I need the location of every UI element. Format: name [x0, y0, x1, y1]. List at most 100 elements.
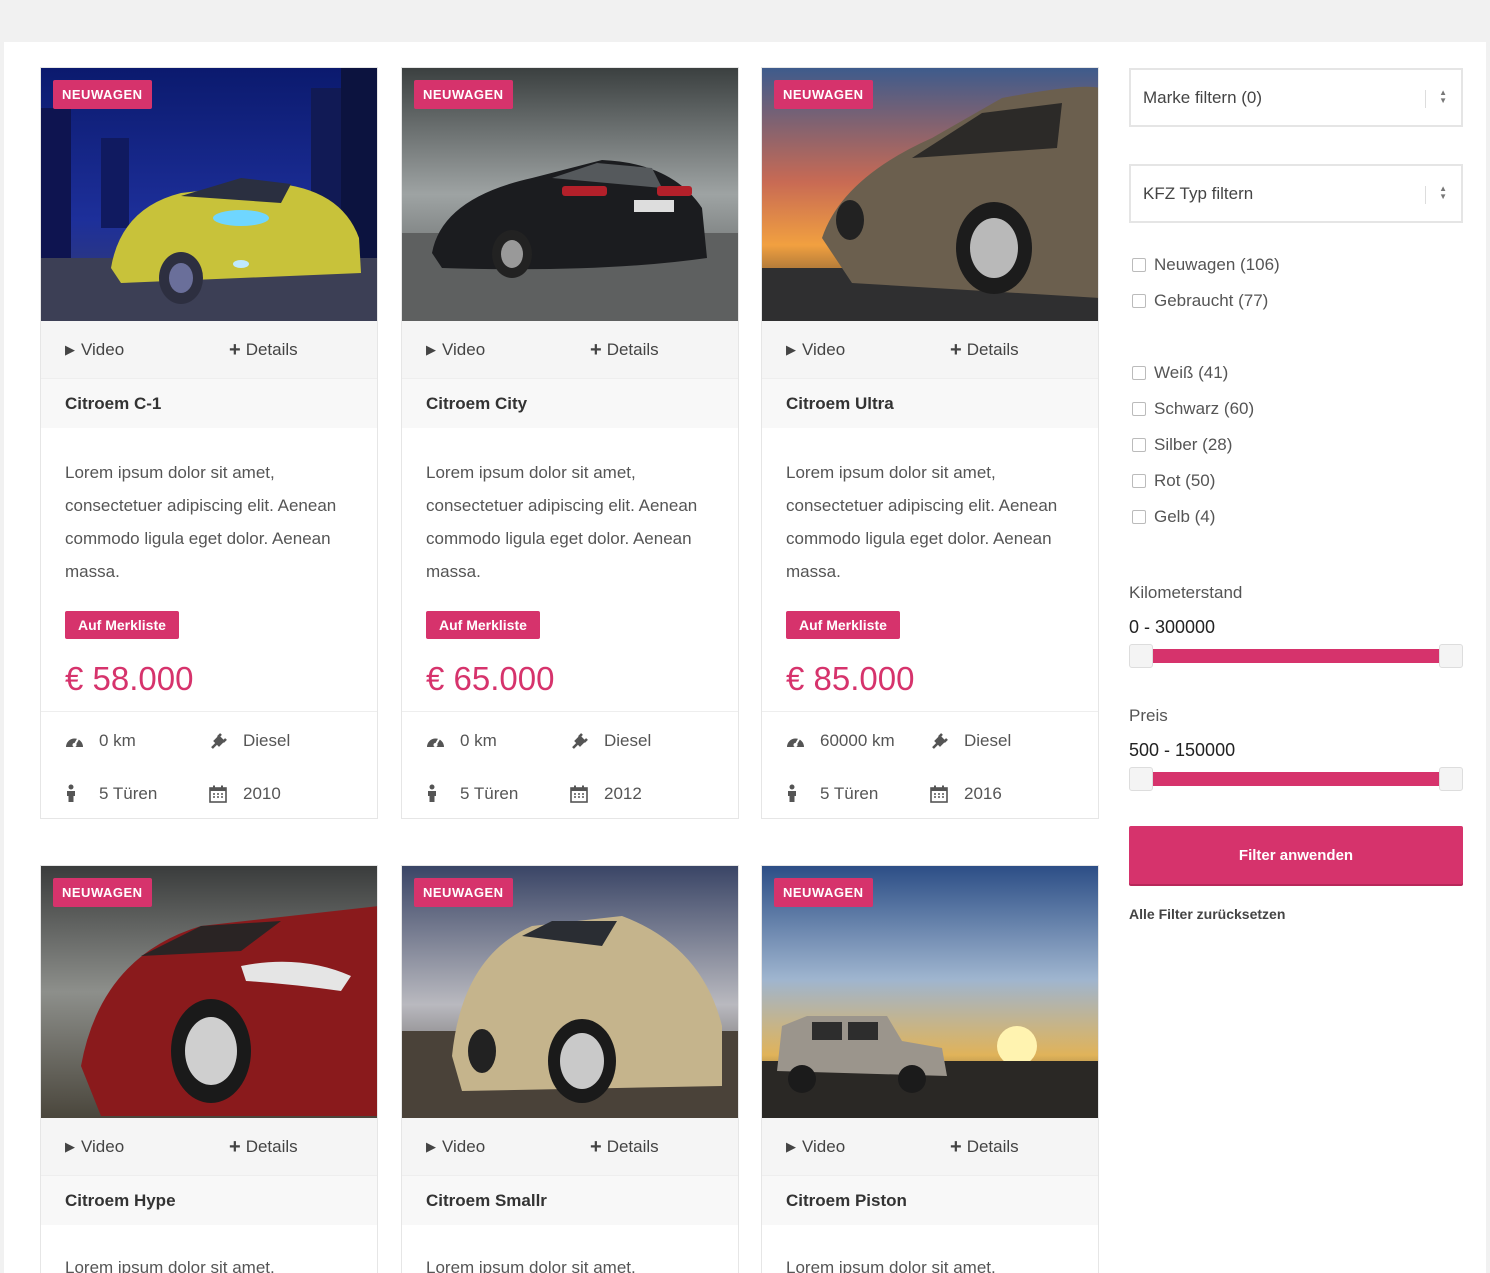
video-label: Video — [81, 339, 125, 359]
details-link[interactable]: + Details — [950, 1137, 1019, 1157]
slider-handle-max[interactable] — [1439, 644, 1463, 668]
calendar-icon — [570, 785, 604, 803]
play-icon: ▶ — [65, 341, 75, 357]
person-icon — [786, 784, 820, 803]
car-description: Lorem ipsum dolor sit amet, — [786, 1258, 996, 1273]
apply-filter-button[interactable]: Filter anwenden — [1129, 826, 1463, 884]
brand-filter-select[interactable]: Marke filtern (0) ▲ ▼ — [1129, 68, 1463, 127]
plus-icon: + — [950, 338, 962, 361]
car-price: € 58.000 — [65, 660, 194, 697]
new-badge: NEUWAGEN — [53, 878, 152, 907]
video-label: Video — [81, 1136, 125, 1156]
car-card: NEUWAGEN ▶ Video + Details Citroem Ultra L… — [761, 67, 1099, 819]
color-filter: Weiß (41) Schwarz (60) Silber (28) Rot (… — [1129, 355, 1463, 535]
doors-value: 5 Türen — [99, 783, 158, 803]
details-link[interactable]: + Details — [590, 340, 659, 360]
mileage-slider[interactable] — [1129, 644, 1463, 668]
play-icon: ▶ — [786, 1138, 796, 1154]
car-card: NEUWAGEN ▶ Video + Details Citroem Smallr … — [401, 865, 739, 1273]
car-title[interactable]: Citroem Smallr — [402, 1175, 738, 1225]
slider-track — [1141, 772, 1451, 786]
video-link[interactable]: ▶ Video — [65, 1137, 229, 1157]
car-image[interactable]: NEUWAGEN — [762, 68, 1098, 321]
video-label: Video — [802, 339, 846, 359]
page-frame: NEUWAGEN ▶ Video + Details Citroem C-1 Lor… — [4, 42, 1486, 1273]
details-label: Details — [966, 339, 1019, 359]
car-title[interactable]: Citroem City — [402, 378, 738, 428]
details-link[interactable]: + Details — [229, 1137, 298, 1157]
checkbox-gelb[interactable]: Gelb (4) — [1129, 499, 1463, 535]
filter-sidebar: Marke filtern (0) ▲ ▼ KFZ Typ filtern ▲ ▼ … — [1129, 68, 1463, 922]
checkbox-rot[interactable]: Rot (50) — [1129, 463, 1463, 499]
wishlist-button[interactable]: Auf Merkliste — [786, 611, 900, 639]
checkbox-neuwagen[interactable]: Neuwagen (106) — [1129, 247, 1463, 283]
reset-filters-link[interactable]: Alle Filter zurücksetzen — [1129, 906, 1463, 922]
slider-track — [1141, 649, 1451, 663]
person-icon — [426, 784, 460, 803]
plus-icon: + — [229, 1135, 241, 1158]
wishlist-button[interactable]: Auf Merkliste — [65, 611, 179, 639]
play-icon: ▶ — [65, 1138, 75, 1154]
doors-value: 5 Türen — [460, 783, 519, 803]
slider-handle-min[interactable] — [1129, 644, 1153, 668]
slider-handle-max[interactable] — [1439, 767, 1463, 791]
checkbox-silber[interactable]: Silber (28) — [1129, 427, 1463, 463]
fuel-value: Diesel — [964, 731, 1012, 750]
slider-handle-min[interactable] — [1129, 767, 1153, 791]
checkbox-weiss[interactable]: Weiß (41) — [1129, 355, 1463, 391]
car-title[interactable]: Citroem Ultra — [762, 378, 1098, 428]
details-link[interactable]: + Details — [229, 340, 298, 360]
details-link[interactable]: + Details — [590, 1137, 659, 1157]
checkbox[interactable] — [1132, 510, 1146, 524]
plus-icon: + — [950, 1135, 962, 1158]
checkbox[interactable] — [1132, 402, 1146, 416]
car-image[interactable]: NEUWAGEN — [41, 866, 377, 1118]
plus-icon: + — [229, 338, 241, 361]
checkbox[interactable] — [1132, 474, 1146, 488]
video-link[interactable]: ▶ Video — [426, 340, 590, 360]
checkbox-label: Gelb (4) — [1154, 507, 1216, 526]
new-badge: NEUWAGEN — [414, 80, 513, 109]
checkbox[interactable] — [1132, 294, 1146, 308]
car-card: NEUWAGEN ▶ Video + Details Citroem Piston … — [761, 865, 1099, 1273]
checkbox-label: Weiß (41) — [1154, 363, 1229, 382]
car-title[interactable]: Citroem Hype — [41, 1175, 377, 1225]
mileage-value: 60000 km — [820, 731, 895, 750]
select-arrows-icon: ▲ ▼ — [1439, 184, 1447, 201]
plug-icon — [930, 731, 964, 751]
fuel-value: Diesel — [243, 731, 291, 750]
car-title[interactable]: Citroem C-1 — [41, 378, 377, 428]
price-slider[interactable] — [1129, 767, 1463, 791]
checkbox[interactable] — [1132, 438, 1146, 452]
doors-value: 5 Türen — [820, 783, 879, 803]
car-card: NEUWAGEN ▶ Video + Details Citroem Hype Lo… — [40, 865, 378, 1273]
price-range-value: 500 - 150000 — [1129, 740, 1236, 760]
details-link[interactable]: + Details — [950, 340, 1019, 360]
checkbox-label: Rot (50) — [1154, 471, 1216, 490]
video-link[interactable]: ▶ Video — [786, 340, 950, 360]
car-description: Lorem ipsum dolor sit amet, consectetuer… — [426, 463, 698, 581]
calendar-icon — [209, 785, 243, 803]
checkbox-gebraucht[interactable]: Gebraucht (77) — [1129, 283, 1463, 319]
type-filter-select[interactable]: KFZ Typ filtern ▲ ▼ — [1129, 164, 1463, 223]
car-image[interactable]: NEUWAGEN — [402, 866, 738, 1118]
person-icon — [65, 784, 99, 803]
car-title[interactable]: Citroem Piston — [762, 1175, 1098, 1225]
checkbox[interactable] — [1132, 258, 1146, 272]
car-image[interactable]: NEUWAGEN — [762, 866, 1098, 1118]
checkbox[interactable] — [1132, 366, 1146, 380]
car-image[interactable]: NEUWAGEN — [402, 68, 738, 321]
video-link[interactable]: ▶ Video — [65, 340, 229, 360]
car-image[interactable]: NEUWAGEN — [41, 68, 377, 321]
checkbox-schwarz[interactable]: Schwarz (60) — [1129, 391, 1463, 427]
video-link[interactable]: ▶ Video — [786, 1137, 950, 1157]
wishlist-button[interactable]: Auf Merkliste — [426, 611, 540, 639]
speedometer-icon — [426, 734, 460, 748]
checkbox-label: Gebraucht (77) — [1154, 291, 1269, 310]
video-label: Video — [442, 1136, 486, 1156]
card-actions: ▶ Video + Details — [402, 1118, 738, 1175]
car-price: € 85.000 — [786, 660, 915, 697]
video-link[interactable]: ▶ Video — [426, 1137, 590, 1157]
plus-icon: + — [590, 1135, 602, 1158]
speedometer-icon — [65, 734, 99, 748]
